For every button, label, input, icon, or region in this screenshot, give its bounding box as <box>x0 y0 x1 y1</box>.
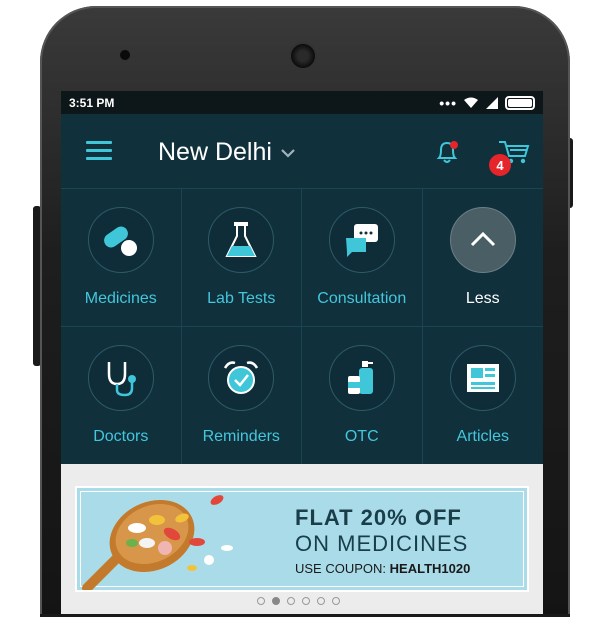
medicine-spoon-image <box>82 495 233 590</box>
pager-dot[interactable] <box>332 597 340 605</box>
stethoscope-icon <box>107 362 136 397</box>
menu-button[interactable] <box>86 141 112 161</box>
tile-doctors[interactable]: Doctors <box>61 326 182 464</box>
tile-label: Articles <box>456 428 509 445</box>
tile-otc[interactable]: OTC <box>302 326 423 464</box>
tile-label: Medicines <box>84 290 157 307</box>
status-bar: 3:51 PM ••• <box>61 91 543 114</box>
tile-consultation[interactable]: Consultation <box>302 188 423 326</box>
tile-medicines[interactable]: Medicines <box>61 188 182 326</box>
pill-icon <box>103 226 137 256</box>
phone-screen: 3:51 PM ••• New Delhi 4 Medicines Lab Te… <box>61 91 543 615</box>
page-bottom <box>0 614 608 634</box>
chat-icon <box>345 224 378 257</box>
promo-coupon-text: USE COUPON: HEALTH1020 <box>295 561 470 576</box>
promo-headline: FLAT 20% OFF <box>295 505 462 530</box>
tile-reminders[interactable]: Reminders <box>181 326 302 464</box>
promo-subheadline: ON MEDICINES <box>295 531 469 556</box>
carousel-pager <box>257 597 340 605</box>
promo-section: FLAT 20% OFF ON MEDICINES USE COUPON: HE… <box>61 464 543 615</box>
tile-label: Consultation <box>317 290 407 307</box>
bell-icon[interactable] <box>433 138 461 166</box>
wifi-icon <box>464 97 478 108</box>
tile-label: Doctors <box>93 428 149 445</box>
pager-dot[interactable] <box>317 597 325 605</box>
newspaper-icon <box>466 364 499 392</box>
tile-less-toggle[interactable]: Less <box>422 188 543 326</box>
tile-lab-tests[interactable]: Lab Tests <box>181 188 302 326</box>
pager-dot[interactable] <box>257 597 265 605</box>
cart-count-badge: 4 <box>489 154 511 176</box>
alarm-clock-icon <box>224 361 259 394</box>
coupon-code: HEALTH1020 <box>389 561 471 576</box>
tile-articles[interactable]: Articles <box>422 326 543 464</box>
phone-bottom-edge <box>40 614 570 617</box>
pager-dot-active[interactable] <box>272 597 280 605</box>
front-camera <box>289 42 317 70</box>
promo-banner[interactable]: FLAT 20% OFF ON MEDICINES USE COUPON: HE… <box>75 486 529 592</box>
chevron-down-icon <box>281 148 295 158</box>
pager-dot[interactable] <box>302 597 310 605</box>
chevron-up-icon <box>470 231 495 247</box>
service-grid: Medicines Lab Tests Consultation Less Do… <box>61 188 543 464</box>
city-name: New Delhi <box>158 138 272 166</box>
flask-icon <box>225 222 257 257</box>
battery-icon <box>505 95 535 110</box>
proximity-sensor <box>119 49 131 61</box>
tile-label: Reminders <box>202 428 280 445</box>
status-time: 3:51 PM <box>69 95 115 110</box>
tile-label: OTC <box>344 428 379 445</box>
coupon-prefix: USE COUPON: <box>295 561 387 576</box>
tile-label: Lab Tests <box>207 290 276 307</box>
tile-label: Less <box>465 290 500 307</box>
signal-icon <box>486 96 498 109</box>
more-dots-icon: ••• <box>439 94 457 111</box>
bottle-icon <box>347 361 373 394</box>
app-header: New Delhi 4 <box>61 114 543 188</box>
city-selector[interactable]: New Delhi <box>158 138 296 167</box>
pager-dot[interactable] <box>287 597 295 605</box>
